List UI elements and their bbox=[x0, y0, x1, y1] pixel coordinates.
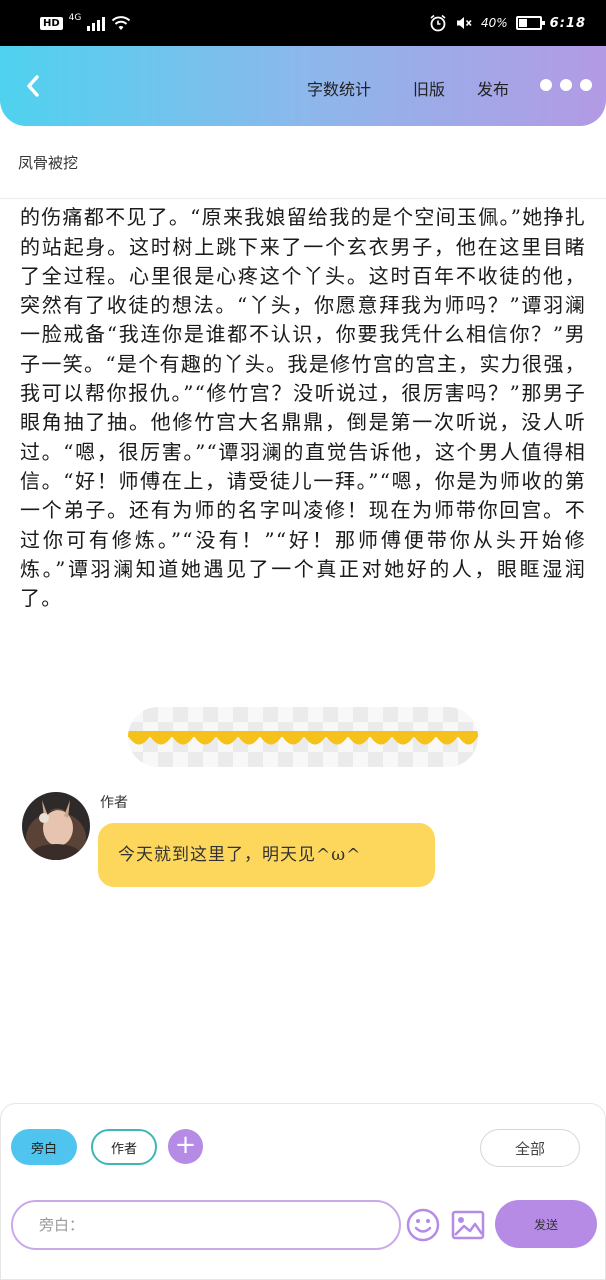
add-role-button[interactable]: + bbox=[168, 1129, 203, 1164]
send-button[interactable]: 发送 bbox=[495, 1200, 597, 1248]
role-narrator-button[interactable]: 旁白 bbox=[11, 1129, 77, 1165]
network-type: 4G bbox=[68, 13, 82, 23]
image-icon[interactable] bbox=[451, 1210, 485, 1240]
clock: 6:18 bbox=[549, 15, 586, 31]
author-message-bubble[interactable]: 今天就到这里了，明天见^ω^ bbox=[98, 823, 435, 887]
battery-percent: 40% bbox=[480, 16, 508, 30]
composer-panel: 旁白 作者 + 全部 发送 bbox=[0, 1103, 606, 1280]
dot-icon bbox=[560, 79, 572, 91]
old-version-link[interactable]: 旧版 bbox=[413, 76, 445, 100]
avatar-image bbox=[22, 792, 90, 860]
back-button[interactable] bbox=[18, 70, 48, 102]
top-app-bar: 字数统计 旧版 发布 bbox=[0, 46, 606, 126]
chapter-title[interactable]: 凤骨被挖 bbox=[18, 152, 78, 173]
status-bar: HD 4G 40% 6:18 bbox=[0, 0, 606, 46]
dot-icon bbox=[540, 79, 552, 91]
body-text: 那是人，一一天一一一人一了，人，一一我的人一一像身上的伤痛都不见了。“原来我娘留… bbox=[20, 205, 586, 611]
more-options-button[interactable] bbox=[540, 79, 592, 91]
author-name: 作者 bbox=[100, 795, 128, 811]
chevron-left-icon bbox=[27, 75, 39, 97]
all-button[interactable]: 全部 bbox=[480, 1129, 580, 1167]
publish-link[interactable]: 发布 bbox=[477, 76, 509, 100]
hd-badge: HD bbox=[40, 16, 63, 30]
message-input[interactable] bbox=[11, 1200, 401, 1250]
alarm-icon bbox=[430, 14, 446, 32]
emoji-icon[interactable] bbox=[406, 1208, 440, 1242]
mute-icon bbox=[456, 17, 472, 29]
signal-icon bbox=[87, 15, 106, 31]
end-separator bbox=[128, 707, 478, 767]
status-right: 40% 6:18 bbox=[429, 11, 586, 35]
divider bbox=[0, 198, 606, 199]
wifi-icon bbox=[112, 16, 131, 30]
battery-icon bbox=[515, 16, 545, 30]
author-avatar[interactable] bbox=[22, 792, 90, 860]
word-count-link[interactable]: 字数统计 bbox=[307, 76, 371, 100]
status-left: HD 4G bbox=[40, 12, 131, 34]
chapter-body[interactable]: 那是人，一一天一一一人一了，人，一一我的人一一像身上的伤痛都不见了。“原来我娘留… bbox=[20, 200, 586, 684]
scallop-decoration bbox=[128, 731, 478, 745]
role-author-button[interactable]: 作者 bbox=[91, 1129, 157, 1165]
dot-icon bbox=[580, 79, 592, 91]
